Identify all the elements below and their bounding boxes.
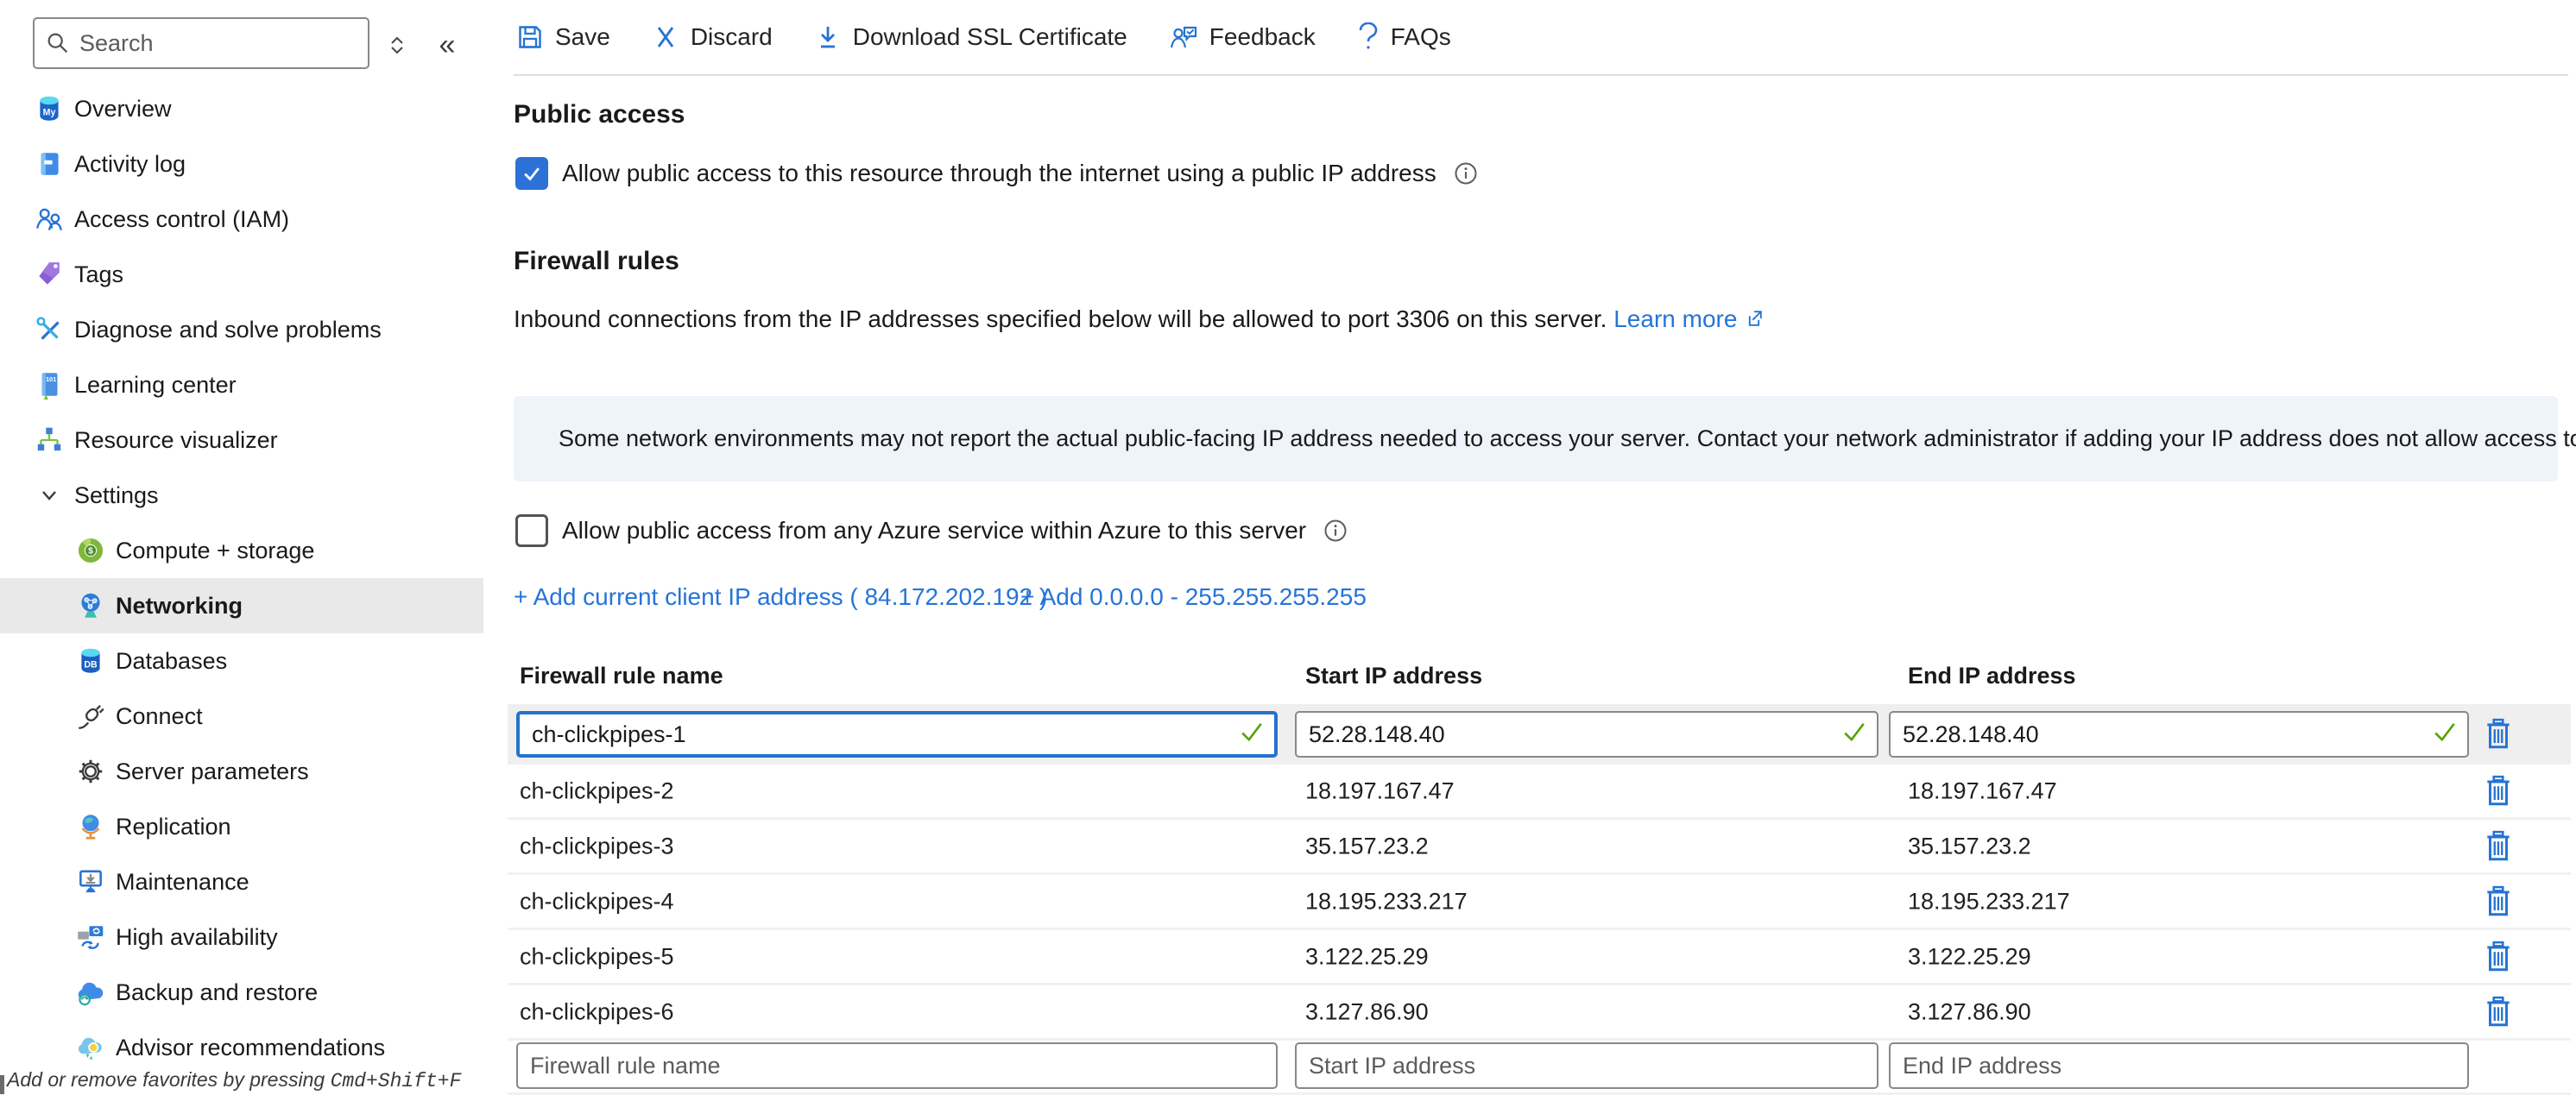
start-ip-cell: 3.127.86.90 [1305,998,1429,1025]
info-banner: Some network environments may not report… [514,396,2558,481]
end-ip-cell: 3.122.25.29 [1908,943,2031,970]
save-icon [516,23,544,51]
feedback-button[interactable]: Feedback [1169,23,1316,51]
valid-check-icon [2433,721,2457,749]
toolbar-button-label: FAQs [1391,23,1451,51]
toolbar-button-label: Save [555,23,610,51]
end-ip-cell: 18.195.233.217 [1908,888,2070,915]
networking-blade: Save Discard Download SSL Certificate Feedb… [0,0,2576,1094]
delete-rule-button[interactable] [2479,991,2517,1033]
firewall-rules-table: ch-clickpipes-2 18.197.167.47 18.197.167.4… [508,704,2571,1094]
rule-name-cell: ch-clickpipes-6 [520,998,674,1025]
trash-icon [2484,941,2513,973]
new-start-ip-input-wrap [1295,1042,1878,1089]
faqs-button[interactable]: FAQs [1357,22,1451,52]
azure-services-checkbox[interactable] [515,514,548,547]
delete-rule-button[interactable] [2479,881,2517,922]
column-header-end-ip: End IP address [1908,663,2076,689]
end-ip-input[interactable] [1891,713,2467,756]
info-icon[interactable] [1454,161,1478,186]
public-access-checkbox-row: Allow public access to this resource thr… [515,157,1478,190]
add-ip-links: + Add current client IP address ( 84.172… [0,583,2576,618]
trash-icon [2484,996,2513,1029]
firewall-rules-heading: Firewall rules [514,247,679,276]
valid-check-icon [1842,721,1866,749]
add-client-ip-link[interactable]: + Add current client IP address ( 84.172… [514,583,1047,611]
add-all-ips-link[interactable]: + Add 0.0.0.0 - 255.255.255.255 [1020,583,1367,611]
start-ip-input[interactable] [1297,713,1877,756]
rule-name-input[interactable] [520,714,1274,754]
public-access-checkbox[interactable] [515,157,548,190]
toolbar-divider [514,74,2568,76]
end-ip-cell: 18.197.167.47 [1908,777,2057,804]
end-ip-input-wrap [1889,711,2469,758]
firewall-rule-row: ch-clickpipes-6 3.127.86.90 3.127.86.90 [508,985,2571,1041]
delete-rule-button[interactable] [2479,771,2517,812]
toolbar-button-label: Feedback [1209,23,1316,51]
delete-rule-button[interactable] [2479,936,2517,978]
rule-name-cell: ch-clickpipes-4 [520,888,674,915]
firewall-rule-row: ch-clickpipes-3 35.157.23.2 35.157.23.2 [508,820,2571,875]
discard-icon [652,23,679,51]
info-banner-text: Some network environments may not report… [559,425,2576,452]
feedback-icon [1169,23,1198,51]
start-ip-cell: 3.122.25.29 [1305,943,1429,970]
rule-name-cell: ch-clickpipes-5 [520,943,674,970]
start-ip-cell: 18.197.167.47 [1305,777,1455,804]
toolbar-button-label: Download SSL Certificate [853,23,1127,51]
info-icon[interactable] [1323,519,1348,543]
new-rule-name-input-wrap [516,1042,1278,1089]
trash-icon [2484,830,2513,863]
new-start-ip-input[interactable] [1297,1044,1877,1087]
firewall-rule-row: ch-clickpipes-4 18.195.233.217 18.195.233.… [508,875,2571,930]
toolbar-button-label: Discard [691,23,773,51]
trash-icon [2484,718,2513,751]
firewall-description: Inbound connections from the IP addresse… [514,305,1765,336]
discard-button[interactable]: Discard [652,23,773,51]
command-bar: Save Discard Download SSL Certificate Feedb… [516,0,1451,74]
delete-rule-button[interactable] [2479,826,2517,867]
valid-check-icon [1240,721,1264,749]
external-link-icon [1743,307,1765,336]
rule-name-cell: ch-clickpipes-3 [520,833,674,859]
rule-name-input-wrap [516,711,1278,758]
learn-more-link[interactable]: Learn more [1613,305,1737,332]
public-access-checkbox-label: Allow public access to this resource thr… [562,160,1436,187]
rule-name-cell: ch-clickpipes-2 [520,777,674,804]
new-end-ip-input[interactable] [1891,1044,2467,1087]
firewall-rule-row: ch-clickpipes-2 18.197.167.47 18.197.167.4… [508,765,2571,820]
new-rule-name-input[interactable] [518,1044,1276,1087]
start-ip-input-wrap [1295,711,1878,758]
azure-services-checkbox-row: Allow public access from any Azure servi… [515,514,1348,547]
trash-icon [2484,775,2513,808]
firewall-rule-row: ch-clickpipes-5 3.122.25.29 3.122.25.29 [508,930,2571,985]
end-ip-cell: 35.157.23.2 [1908,833,2031,859]
azure-services-checkbox-label: Allow public access from any Azure servi… [562,517,1306,544]
public-access-heading: Public access [514,100,685,129]
end-ip-cell: 3.127.86.90 [1908,998,2031,1025]
start-ip-cell: 35.157.23.2 [1305,833,1429,859]
delete-rule-button[interactable] [2479,714,2517,755]
faq-icon [1357,22,1380,52]
save-button[interactable]: Save [516,23,610,51]
download-ssl-certificate-button[interactable]: Download SSL Certificate [814,23,1127,51]
column-header-start-ip: Start IP address [1305,663,1482,689]
start-ip-cell: 18.195.233.217 [1305,888,1468,915]
new-end-ip-input-wrap [1889,1042,2469,1089]
download-icon [814,23,842,51]
column-header-rule-name: Firewall rule name [520,663,723,689]
trash-icon [2484,885,2513,918]
